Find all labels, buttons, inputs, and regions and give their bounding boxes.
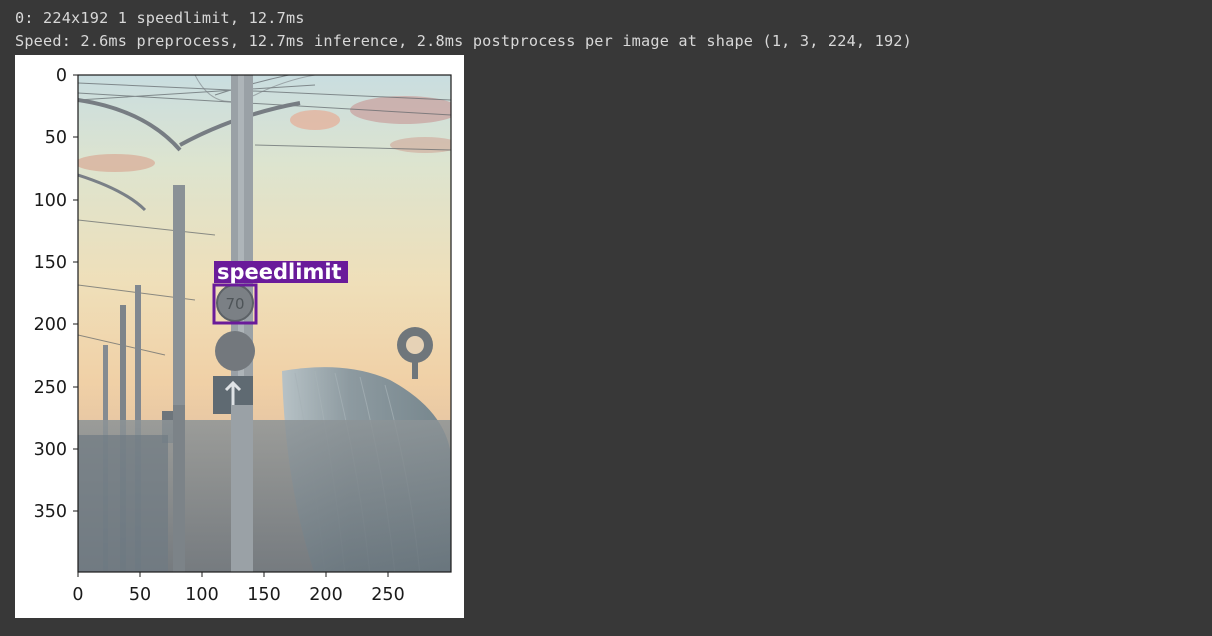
speed-sign-text: 70 xyxy=(225,295,244,313)
x-tick-label: 50 xyxy=(129,585,151,605)
cloud xyxy=(290,110,340,130)
y-tick-label: 300 xyxy=(34,440,67,460)
photo-content: 70 speedlimit xyxy=(78,75,451,572)
y-tick-label: 250 xyxy=(34,378,67,398)
y-tick-label: 100 xyxy=(34,191,67,211)
y-tick-label: 150 xyxy=(34,253,67,273)
detection-figure: 70 speedlimit 0 50 100 150 200 250 300 3… xyxy=(15,55,464,618)
x-tick-label: 200 xyxy=(309,585,342,605)
pole-lower xyxy=(173,405,185,572)
x-tick-label: 150 xyxy=(247,585,280,605)
buildings xyxy=(78,435,168,572)
y-tick-label: 0 xyxy=(56,66,67,86)
output-log-line-1: 0: 224x192 1 speedlimit, 12.7ms xyxy=(15,9,305,27)
y-tick-label: 50 xyxy=(45,128,67,148)
sculpture-hole xyxy=(406,336,424,354)
cloud xyxy=(78,154,155,172)
round-sign xyxy=(215,331,255,371)
y-axis: 0 50 100 150 200 250 300 350 xyxy=(34,66,78,522)
sculpture-stem xyxy=(412,355,418,379)
y-tick-label: 350 xyxy=(34,502,67,522)
main-pole-lower xyxy=(231,405,253,572)
cloud xyxy=(390,137,451,153)
x-tick-label: 250 xyxy=(371,585,404,605)
x-axis: 0 50 100 150 200 250 xyxy=(72,572,405,605)
y-tick-label: 200 xyxy=(34,315,67,335)
x-tick-label: 100 xyxy=(185,585,218,605)
x-tick-label: 0 xyxy=(72,585,83,605)
figure-svg: 70 speedlimit 0 50 100 150 200 250 300 3… xyxy=(34,66,452,605)
output-log-line-2: Speed: 2.6ms preprocess, 12.7ms inferenc… xyxy=(15,32,912,50)
detection-label: speedlimit xyxy=(217,260,342,284)
